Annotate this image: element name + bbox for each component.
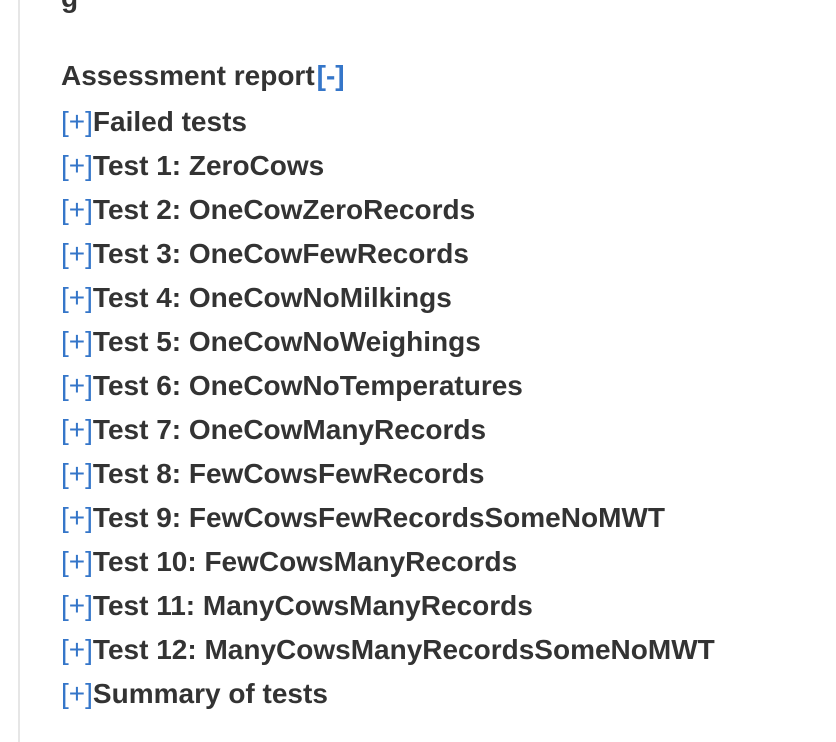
section-label: Test 8: FewCowsFewRecords [92, 458, 485, 489]
expand-toggle[interactable]: [+] [61, 150, 93, 181]
section-test-5[interactable]: [+]Test 5: OneCowNoWeighings [61, 320, 821, 364]
expand-toggle[interactable]: [+] [61, 502, 93, 533]
expand-toggle[interactable]: [+] [61, 414, 93, 445]
expand-toggle[interactable]: [+] [61, 106, 93, 137]
section-label: Test 11: ManyCowsManyRecords [92, 590, 533, 621]
section-label: Test 5: OneCowNoWeighings [92, 326, 481, 357]
section-label: Test 3: OneCowFewRecords [92, 238, 469, 269]
section-test-2[interactable]: [+]Test 2: OneCowZeroRecords [61, 188, 821, 232]
left-border [18, 0, 20, 742]
expand-toggle[interactable]: [+] [61, 678, 93, 709]
section-label: Test 2: OneCowZeroRecords [92, 194, 476, 225]
expand-toggle[interactable]: [+] [61, 194, 93, 225]
section-failed-tests[interactable]: [+]Failed tests [61, 100, 821, 144]
expand-toggle[interactable]: [+] [61, 634, 93, 665]
expand-toggle[interactable]: [+] [61, 546, 93, 577]
section-test-10[interactable]: [+]Test 10: FewCowsManyRecords [61, 540, 821, 584]
expand-toggle[interactable]: [+] [61, 458, 93, 489]
section-test-6[interactable]: [+]Test 6: OneCowNoTemperatures [61, 364, 821, 408]
collapse-toggle[interactable]: [-] [317, 60, 345, 91]
expand-toggle[interactable]: [+] [61, 326, 93, 357]
section-test-12[interactable]: [+]Test 12: ManyCowsManyRecordsSomeNoMWT [61, 628, 821, 672]
section-test-7[interactable]: [+]Test 7: OneCowManyRecords [61, 408, 821, 452]
section-label: Test 10: FewCowsManyRecords [92, 546, 518, 577]
expand-toggle[interactable]: [+] [61, 370, 93, 401]
section-test-1[interactable]: [+]Test 1: ZeroCows [61, 144, 821, 188]
section-test-4[interactable]: [+]Test 4: OneCowNoMilkings [61, 276, 821, 320]
report-section-list: [+]Failed tests [+]Test 1: ZeroCows [+]T… [61, 100, 821, 716]
expand-toggle[interactable]: [+] [61, 282, 93, 313]
section-test-8[interactable]: [+]Test 8: FewCowsFewRecords [61, 452, 821, 496]
section-label: Test 7: OneCowManyRecords [92, 414, 487, 445]
section-test-3[interactable]: [+]Test 3: OneCowFewRecords [61, 232, 821, 276]
section-label: Test 1: ZeroCows [92, 150, 325, 181]
assessment-report-header: Assessment report[-] [61, 56, 821, 96]
section-label: Test 6: OneCowNoTemperatures [92, 370, 523, 401]
expand-toggle[interactable]: [+] [61, 590, 93, 621]
section-test-9[interactable]: [+]Test 9: FewCowsFewRecordsSomeNoMWT [61, 496, 821, 540]
expand-toggle[interactable]: [+] [61, 238, 93, 269]
section-label: Failed tests [92, 106, 247, 137]
cut-off-text-fragment: g [61, 0, 78, 14]
section-test-11[interactable]: [+]Test 11: ManyCowsManyRecords [61, 584, 821, 628]
assessment-report: Assessment report[-] [+]Failed tests [+]… [61, 56, 821, 716]
section-label: Test 12: ManyCowsManyRecordsSomeNoMWT [92, 634, 715, 665]
assessment-report-title: Assessment report [61, 60, 315, 91]
section-label: Summary of tests [92, 678, 328, 709]
section-label: Test 9: FewCowsFewRecordsSomeNoMWT [92, 502, 665, 533]
section-label: Test 4: OneCowNoMilkings [92, 282, 452, 313]
section-summary-of-tests[interactable]: [+]Summary of tests [61, 672, 821, 716]
